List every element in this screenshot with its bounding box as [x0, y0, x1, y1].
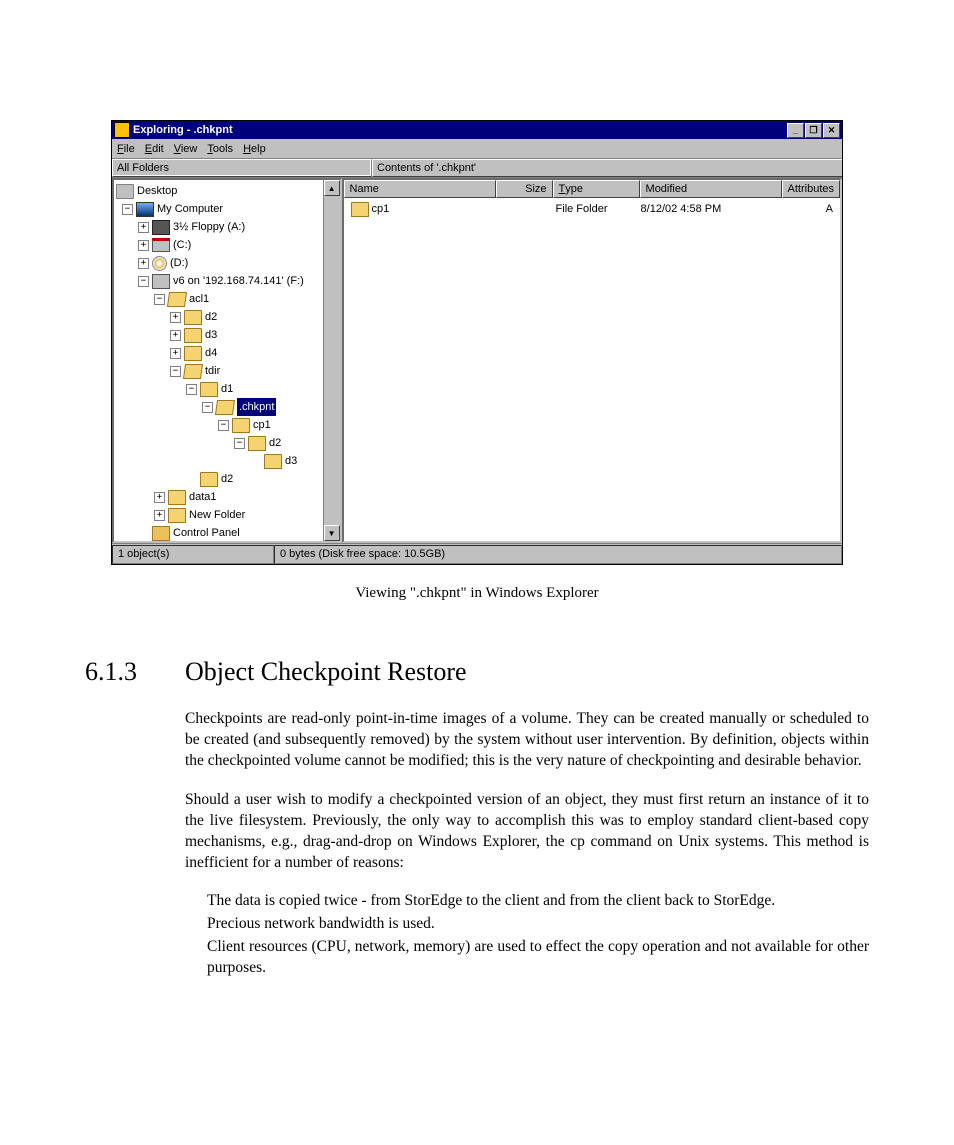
tree-cp1[interactable]: −cp1 [218, 416, 340, 434]
tree-desktop[interactable]: Desktop [116, 182, 340, 200]
tree-d1[interactable]: −d1 [186, 380, 340, 398]
menu-tools[interactable]: Tools [207, 143, 233, 155]
tree-newfolder[interactable]: +New Folder [154, 506, 340, 524]
left-pane-header: All Folders [112, 159, 372, 177]
file-list-pane[interactable]: Name Size Type Modified Attributes cp1 F… [342, 178, 842, 543]
tree-chkpnt[interactable]: −.chkpnt [202, 398, 340, 416]
tree-drive-c[interactable]: +(C:) [138, 236, 340, 254]
tree-mycomputer[interactable]: −My Computer [122, 200, 340, 218]
tree-drive-d[interactable]: +(D:) [138, 254, 340, 272]
section-title: Object Checkpoint Restore [185, 657, 467, 687]
folder-icon [264, 454, 282, 469]
col-modified[interactable]: Modified [640, 180, 782, 198]
tree-d3[interactable]: +d3 [170, 326, 340, 344]
tree-netdrive[interactable]: −v6 on '192.168.74.141' (F:) [138, 272, 340, 290]
tree-printers[interactable]: Printers [138, 542, 340, 543]
expand-icon[interactable]: + [170, 330, 181, 341]
tree-d4[interactable]: +d4 [170, 344, 340, 362]
collapse-icon[interactable]: − [154, 294, 165, 305]
folder-icon [200, 472, 218, 487]
expand-icon[interactable]: + [154, 510, 165, 521]
tree-d2[interactable]: +d2 [170, 308, 340, 326]
folder-tree-pane[interactable]: Desktop −My Computer +3½ Floppy (A:) +(C… [112, 178, 342, 543]
folder-open-icon [183, 364, 203, 379]
paragraph: Should a user wish to modify a checkpoin… [185, 790, 869, 874]
collapse-icon[interactable]: − [186, 384, 197, 395]
figure-caption: Viewing ".chkpnt" in Windows Explorer [85, 585, 869, 602]
col-attributes[interactable]: Attributes [782, 180, 840, 198]
folder-icon [200, 382, 218, 397]
col-size[interactable]: Size [496, 180, 553, 198]
folder-open-icon [167, 292, 187, 307]
menu-help[interactable]: Help [243, 143, 266, 155]
collapse-icon[interactable]: − [122, 204, 133, 215]
tree-d2c[interactable]: d2 [186, 470, 340, 488]
tree-scrollbar[interactable]: ▲ ▼ [323, 180, 340, 541]
expand-icon[interactable]: + [138, 258, 149, 269]
section-heading: 6.1.3 Object Checkpoint Restore [85, 657, 869, 687]
folder-open-icon [215, 400, 235, 415]
folder-icon [232, 418, 250, 433]
controlpanel-icon [152, 526, 170, 541]
restore-button[interactable]: ❐ [805, 123, 822, 138]
status-objects: 1 object(s) [112, 545, 274, 564]
tree-tdir[interactable]: −tdir [170, 362, 340, 380]
collapse-icon[interactable]: − [170, 366, 181, 377]
window-title: Exploring - .chkpnt [133, 124, 233, 136]
expand-icon[interactable]: + [170, 348, 181, 359]
col-type[interactable]: Type [553, 180, 640, 198]
scroll-up-button[interactable]: ▲ [324, 180, 340, 196]
tree-acl1[interactable]: −acl1 [154, 290, 340, 308]
collapse-icon[interactable]: − [138, 276, 149, 287]
list-item: Client resources (CPU, network, memory) … [207, 937, 869, 979]
menubar: File Edit View Tools Help [112, 139, 842, 159]
folder-icon [351, 202, 369, 217]
list-header: Name Size Type Modified Attributes [344, 180, 840, 198]
minimize-button[interactable]: _ [787, 123, 804, 138]
folder-icon [168, 508, 186, 523]
collapse-icon[interactable]: − [218, 420, 229, 431]
section-number: 6.1.3 [85, 657, 185, 687]
statusbar: 1 object(s) 0 bytes (Disk free space: 10… [112, 543, 842, 564]
tree-floppy[interactable]: +3½ Floppy (A:) [138, 218, 340, 236]
app-icon [114, 122, 130, 138]
list-item: Precious network bandwidth is used. [207, 914, 869, 935]
paragraph: Checkpoints are read-only point-in-time … [185, 709, 869, 772]
tree-data1[interactable]: +data1 [154, 488, 340, 506]
titlebar[interactable]: Exploring - .chkpnt _ ❐ ✕ [112, 121, 842, 139]
folder-icon [248, 436, 266, 451]
scroll-down-button[interactable]: ▼ [324, 525, 340, 541]
expand-icon[interactable]: + [138, 240, 149, 251]
list-item: The data is copied twice - from StorEdge… [207, 891, 869, 912]
netdrive-icon [152, 274, 170, 289]
collapse-icon[interactable]: − [202, 402, 213, 413]
folder-icon [168, 490, 186, 505]
folder-icon [184, 328, 202, 343]
drive-icon [152, 238, 170, 252]
expand-icon[interactable]: + [154, 492, 165, 503]
desktop-icon [116, 184, 134, 199]
list-row[interactable]: cp1 File Folder 8/12/02 4:58 PM A [346, 200, 838, 218]
expand-icon[interactable]: + [138, 222, 149, 233]
folder-icon [184, 310, 202, 325]
menu-file[interactable]: File [117, 143, 135, 155]
menu-edit[interactable]: Edit [145, 143, 164, 155]
right-pane-header: Contents of '.chkpnt' [372, 159, 842, 177]
menu-view[interactable]: View [174, 143, 198, 155]
collapse-icon[interactable]: − [234, 438, 245, 449]
floppy-icon [152, 220, 170, 235]
explorer-window: Exploring - .chkpnt _ ❐ ✕ File Edit View… [111, 120, 843, 565]
col-name[interactable]: Name [344, 180, 496, 198]
tree-controlpanel[interactable]: Control Panel [138, 524, 340, 542]
expand-icon[interactable]: + [170, 312, 181, 323]
close-button[interactable]: ✕ [823, 123, 840, 138]
cd-icon [152, 256, 167, 271]
status-space: 0 bytes (Disk free space: 10.5GB) [274, 545, 842, 564]
computer-icon [136, 202, 154, 217]
folder-icon [184, 346, 202, 361]
